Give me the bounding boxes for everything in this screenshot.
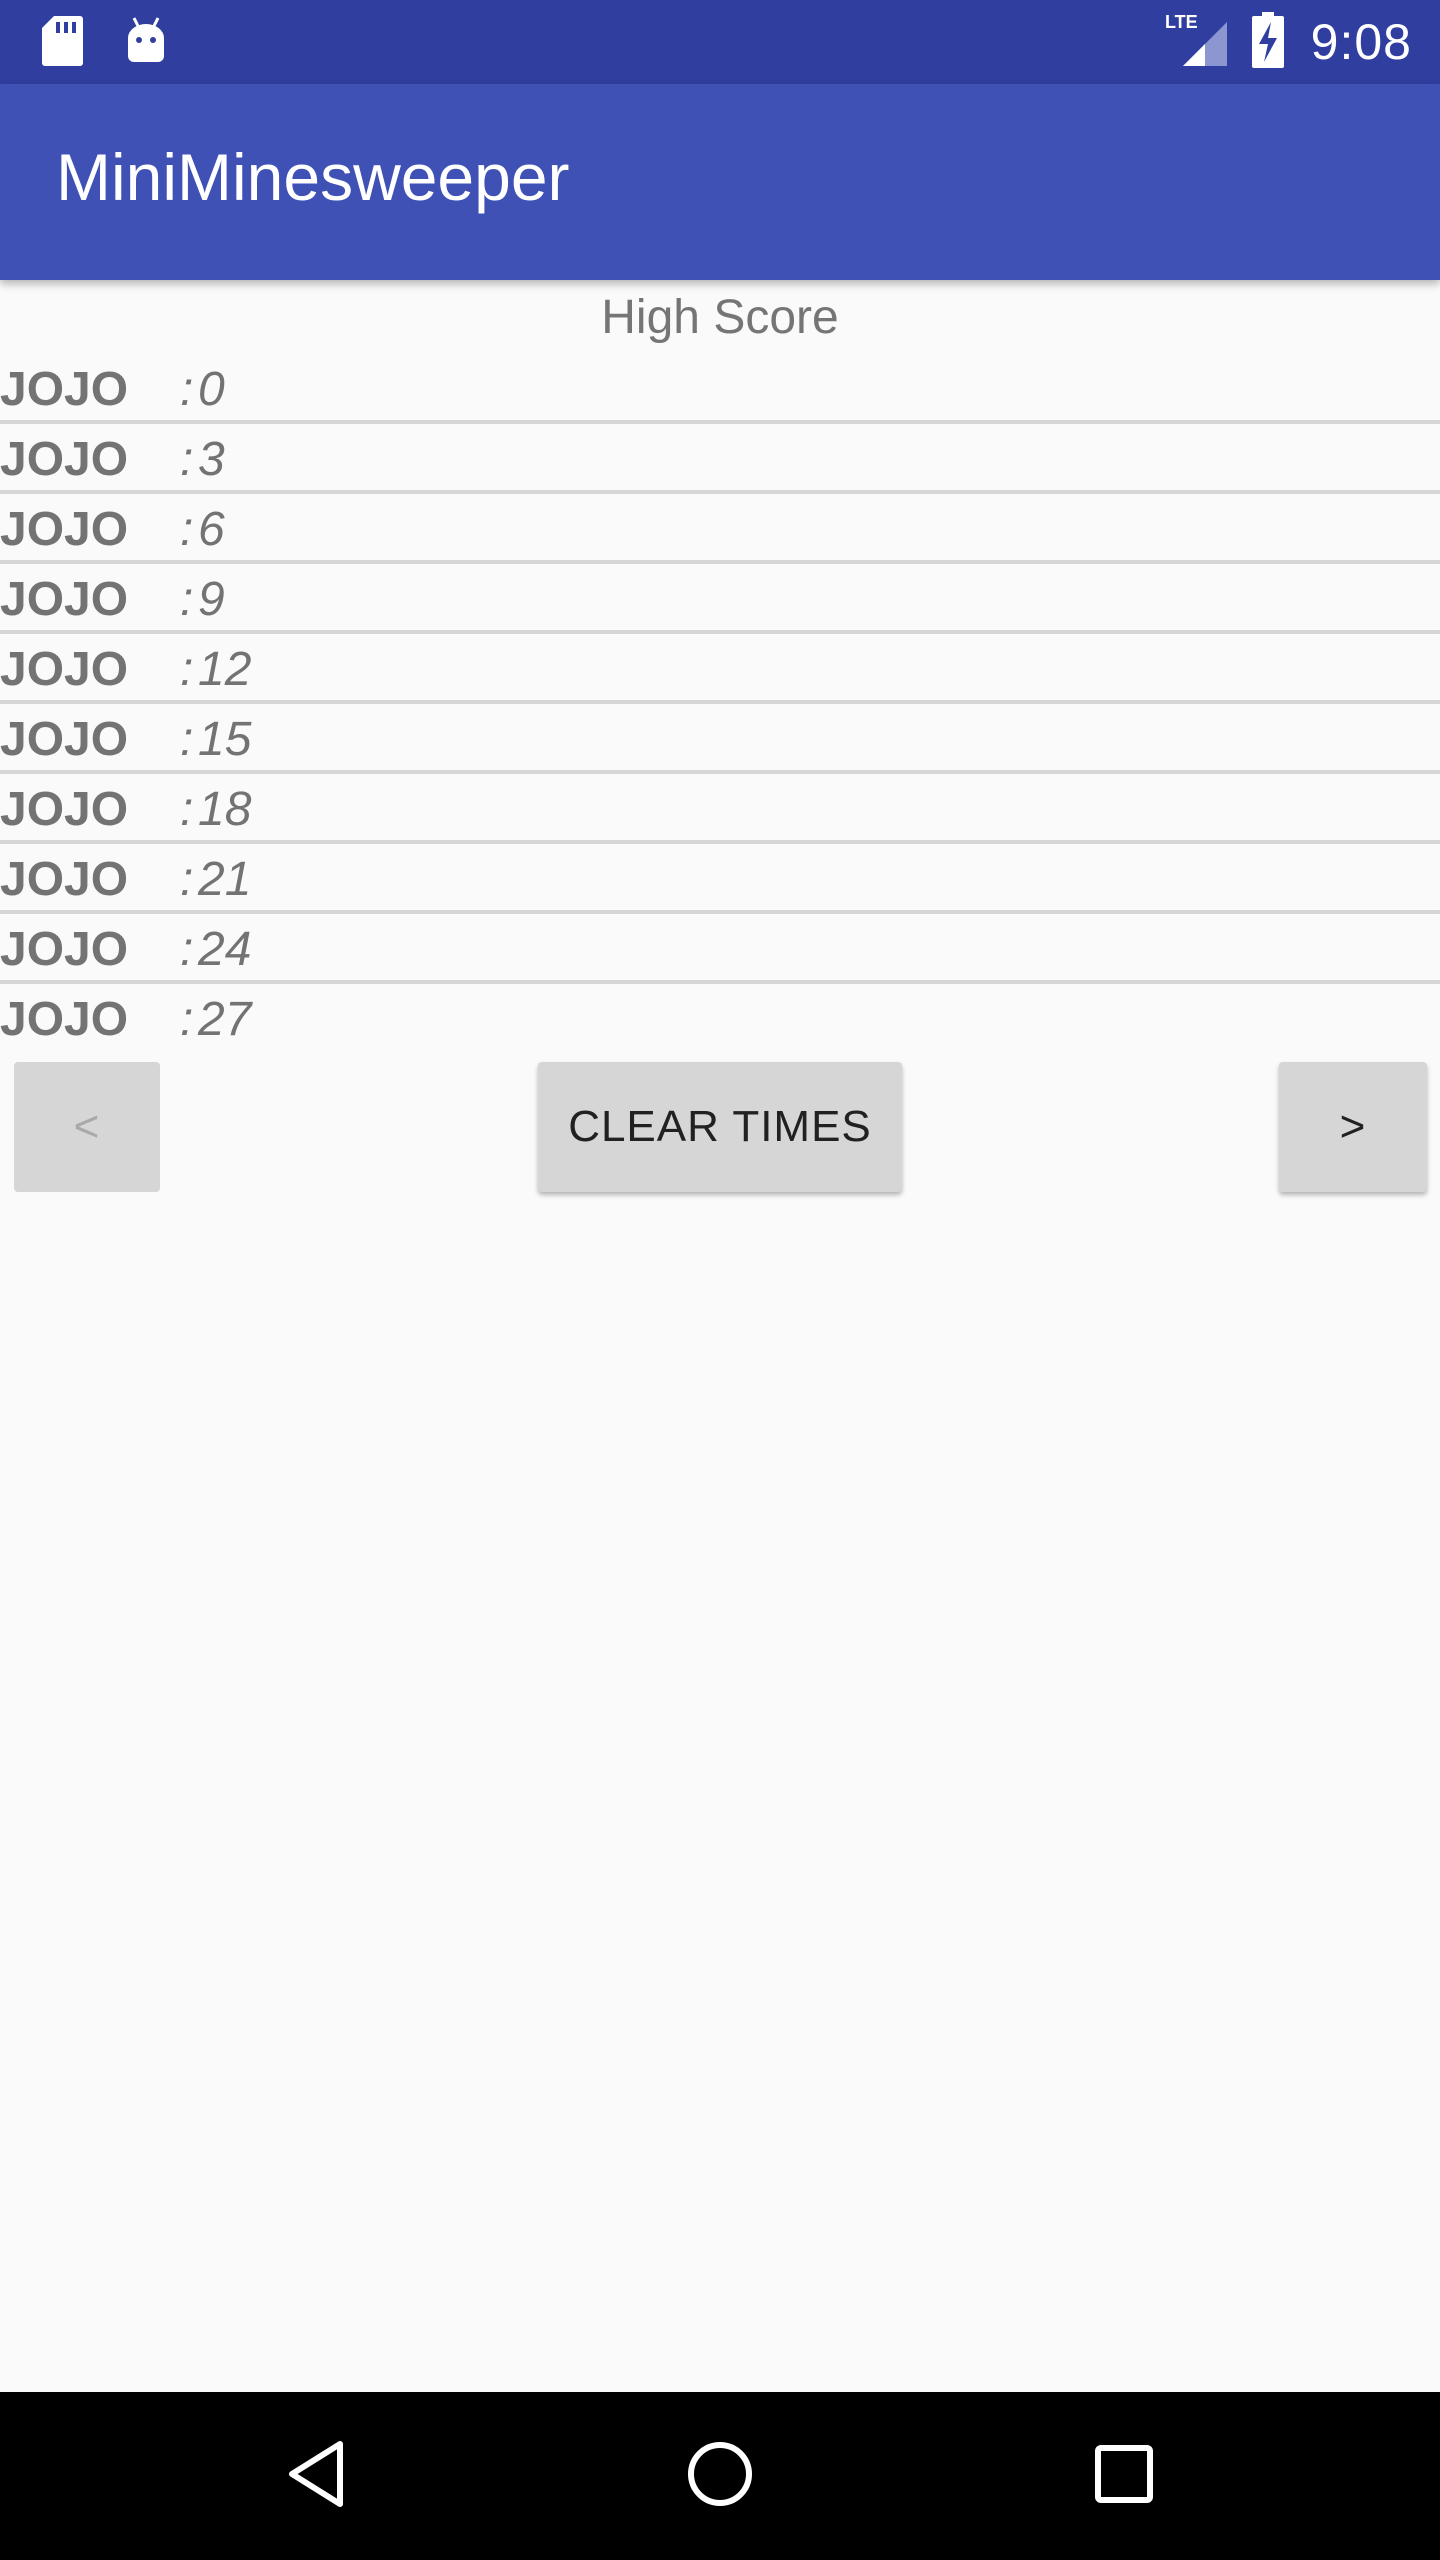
score-value: 0 [198,363,225,416]
score-separator: : [180,783,194,836]
score-row: JOJO : 0 [0,354,1440,424]
score-value: 15 [198,713,252,766]
svg-text:LTE: LTE [1165,12,1198,32]
score-name: JOJO [0,853,129,906]
back-button[interactable] [236,2392,396,2560]
score-name: JOJO [0,503,129,556]
score-row: JOJO : 12 [0,634,1440,704]
score-row: JOJO : 21 [0,844,1440,914]
navigation-bar [0,2392,1440,2560]
android-icon [124,16,168,71]
recents-button[interactable] [1044,2392,1204,2560]
score-value: 12 [198,643,252,696]
home-icon [685,2439,755,2514]
score-value: 6 [198,503,225,556]
screen: LTE 9:08 MiniMinesweeper High Score JOJO… [0,0,1440,2560]
score-row: JOJO : 3 [0,424,1440,494]
lte-signal-icon: LTE [1165,12,1231,73]
score-separator: : [180,643,194,696]
prev-page-button[interactable]: < [14,1062,160,1192]
app-bar: MiniMinesweeper [0,84,1440,280]
score-separator: : [180,853,194,906]
score-separator: : [180,503,194,556]
score-name: JOJO [0,363,129,416]
score-separator: : [180,993,194,1046]
score-row: JOJO : 27 [0,984,1440,1050]
pagination-controls: < CLEAR TIMES > [0,1062,1440,1202]
status-bar-notifications [40,14,168,73]
score-row: JOJO : 24 [0,914,1440,984]
score-value: 9 [198,573,225,626]
score-row: JOJO : 15 [0,704,1440,774]
high-score-title: High Score [601,291,839,344]
status-bar-system: LTE 9:08 [1165,0,1412,84]
score-value: 24 [198,923,252,976]
score-separator: : [180,713,194,766]
score-row: JOJO : 6 [0,494,1440,564]
score-name: JOJO [0,923,129,976]
status-time: 9:08 [1310,14,1412,70]
score-value: 3 [198,433,225,486]
app-title: MiniMinesweeper [56,140,570,214]
home-button[interactable] [640,2392,800,2560]
recents-icon [1092,2442,1156,2511]
score-list: JOJO : 0 JOJO : 3 JOJO : 6 JOJO : 9 JOJO [0,354,1440,1050]
clear-times-button[interactable]: CLEAR TIMES [538,1062,902,1192]
high-score-screen: High Score JOJO : 0 JOJO : 3 JOJO : 6 JO… [0,280,1440,1050]
score-value: 18 [198,783,252,836]
score-name: JOJO [0,713,129,766]
score-name: JOJO [0,783,129,836]
score-value: 27 [198,993,252,1046]
status-bar: LTE 9:08 [0,0,1440,84]
next-page-button[interactable]: > [1279,1062,1427,1192]
score-name: JOJO [0,433,129,486]
score-row: JOJO : 18 [0,774,1440,844]
back-icon [284,2438,348,2515]
score-name: JOJO [0,643,129,696]
score-name: JOJO [0,993,129,1046]
score-name: JOJO [0,573,129,626]
score-separator: : [180,573,194,626]
battery-charging-icon [1251,11,1285,73]
score-separator: : [180,433,194,486]
sd-card-icon [40,14,84,73]
score-separator: : [180,923,194,976]
score-value: 21 [198,853,252,906]
score-separator: : [180,363,194,416]
score-row: JOJO : 9 [0,564,1440,634]
